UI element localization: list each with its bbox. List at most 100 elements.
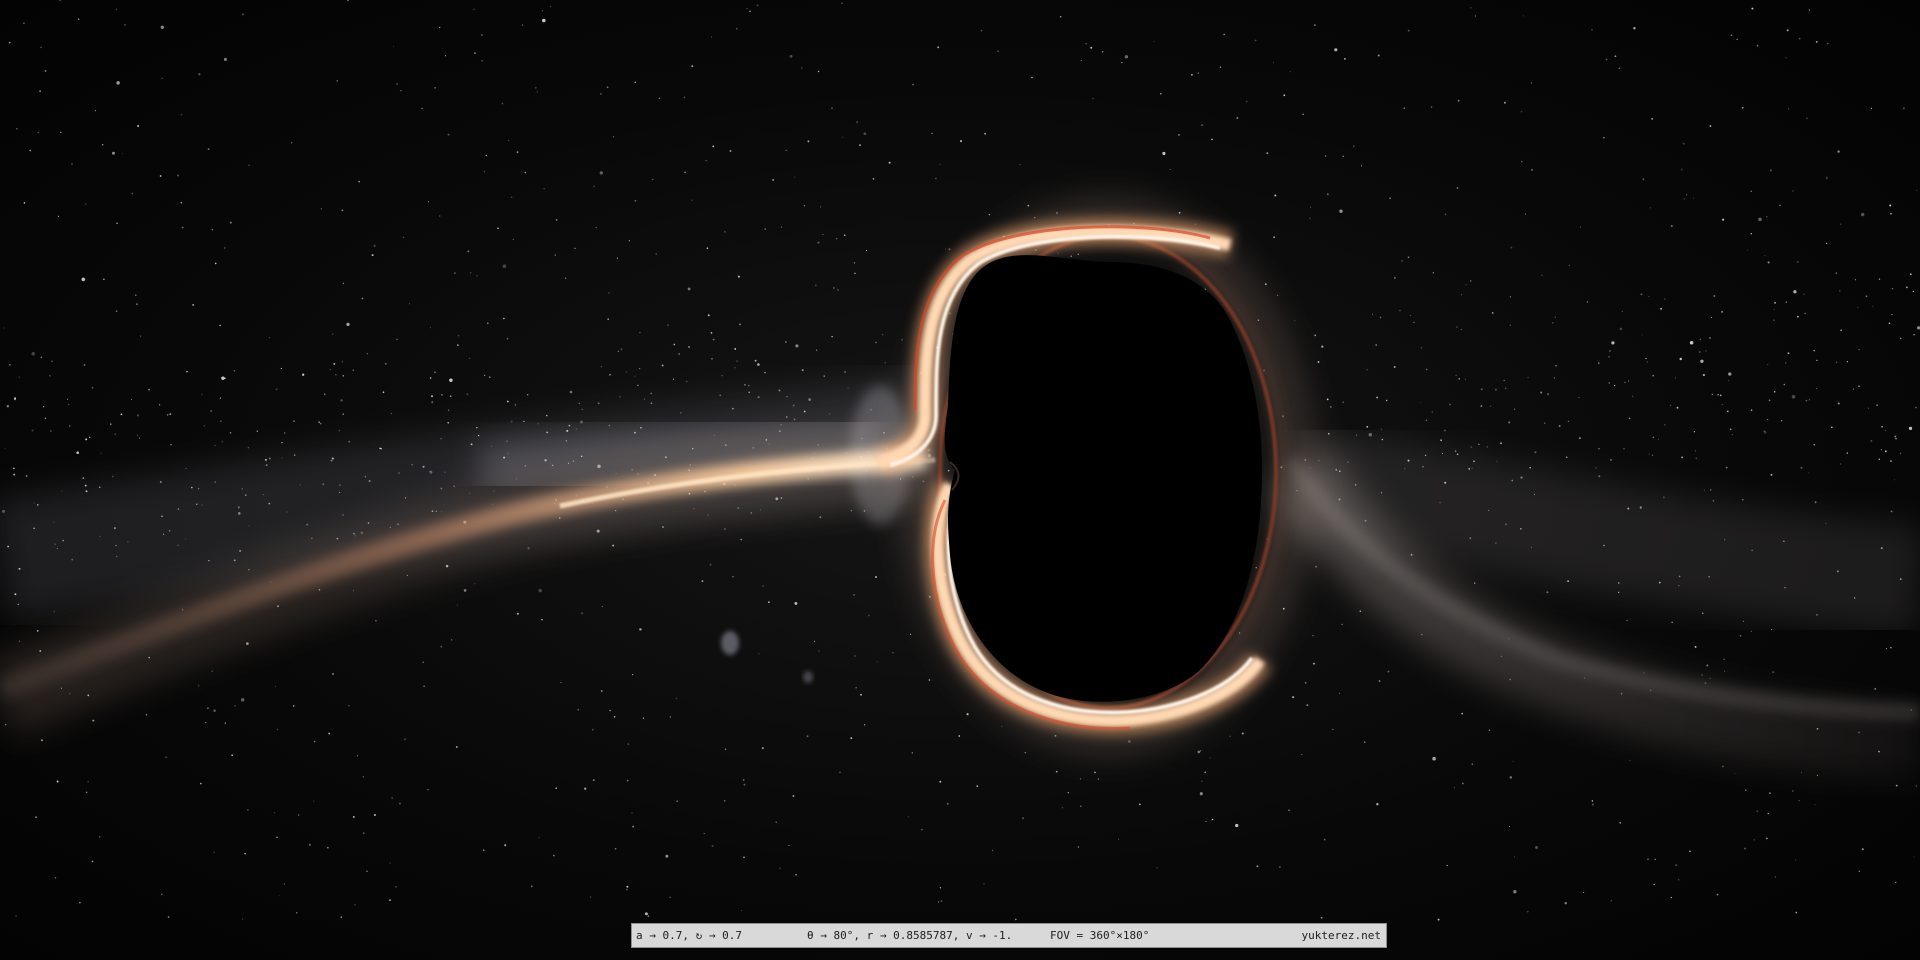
star <box>371 254 374 257</box>
star <box>483 849 485 851</box>
star <box>455 746 458 748</box>
star <box>13 473 16 476</box>
star <box>712 338 715 341</box>
star <box>581 612 583 615</box>
star <box>1695 457 1698 460</box>
star <box>1289 71 1291 73</box>
star <box>1360 165 1362 167</box>
star <box>1366 425 1369 428</box>
star <box>1055 770 1058 773</box>
star <box>341 209 344 212</box>
star <box>1500 442 1502 445</box>
star <box>801 67 803 69</box>
star <box>242 13 244 16</box>
star <box>1736 38 1738 41</box>
star <box>1654 858 1656 861</box>
star <box>396 83 398 85</box>
star <box>739 323 741 326</box>
star <box>991 849 993 851</box>
star <box>1628 417 1631 420</box>
star <box>481 34 483 36</box>
star <box>1521 161 1523 163</box>
star <box>1513 890 1517 894</box>
star <box>268 337 270 339</box>
star <box>762 585 764 587</box>
star <box>485 154 488 157</box>
star <box>1787 108 1790 110</box>
star <box>229 431 232 434</box>
star <box>131 193 133 195</box>
star <box>676 800 678 802</box>
star <box>224 722 226 724</box>
star <box>749 10 751 12</box>
star <box>1273 236 1275 238</box>
parameter-caption-bar: a → 0.7, ↻ → 0.7 θ → 80°, r → 0.8585787,… <box>631 923 1387 948</box>
star <box>1555 364 1557 367</box>
star <box>687 287 691 291</box>
star <box>658 97 660 99</box>
star <box>928 679 931 681</box>
star <box>1795 859 1797 861</box>
star <box>423 685 425 687</box>
star <box>49 374 51 377</box>
star <box>1197 72 1200 74</box>
star <box>901 339 903 341</box>
star <box>1399 310 1401 312</box>
star <box>1647 858 1649 861</box>
star <box>1437 918 1440 921</box>
star <box>785 341 787 343</box>
star <box>489 376 491 378</box>
star <box>524 171 527 174</box>
star <box>619 396 621 398</box>
star <box>467 250 470 253</box>
star <box>434 371 436 373</box>
star <box>1457 99 1460 102</box>
star <box>1768 792 1771 795</box>
star <box>1840 463 1842 465</box>
star <box>1808 9 1810 11</box>
star <box>1329 405 1332 408</box>
star <box>1235 823 1239 828</box>
star <box>814 284 817 287</box>
star <box>1770 473 1773 476</box>
star <box>538 588 542 593</box>
star <box>342 413 345 415</box>
star <box>837 288 839 291</box>
star <box>473 8 475 11</box>
star <box>1124 55 1129 59</box>
star <box>626 888 628 891</box>
star <box>1598 447 1600 450</box>
star <box>1077 253 1080 256</box>
star <box>807 140 810 143</box>
star <box>678 353 680 355</box>
star <box>447 133 450 136</box>
star <box>647 915 650 917</box>
star <box>1031 76 1033 79</box>
star <box>1535 846 1538 849</box>
star <box>1456 326 1458 328</box>
star <box>1793 290 1797 294</box>
star <box>1610 900 1612 902</box>
star <box>884 361 887 364</box>
star <box>248 164 250 167</box>
star <box>1613 384 1616 387</box>
star <box>384 362 387 365</box>
star <box>483 374 486 377</box>
star <box>868 614 870 617</box>
star <box>447 421 450 424</box>
star <box>454 272 456 274</box>
star <box>1470 7 1472 9</box>
star <box>1531 169 1533 171</box>
star <box>737 275 740 278</box>
star <box>1389 197 1391 199</box>
star <box>256 430 258 432</box>
star <box>1118 838 1120 840</box>
star <box>735 27 738 30</box>
star <box>581 408 583 411</box>
star <box>1631 395 1634 397</box>
star <box>1080 59 1083 62</box>
star <box>853 262 856 264</box>
star <box>211 670 213 672</box>
star <box>684 171 686 174</box>
star <box>1858 348 1860 351</box>
